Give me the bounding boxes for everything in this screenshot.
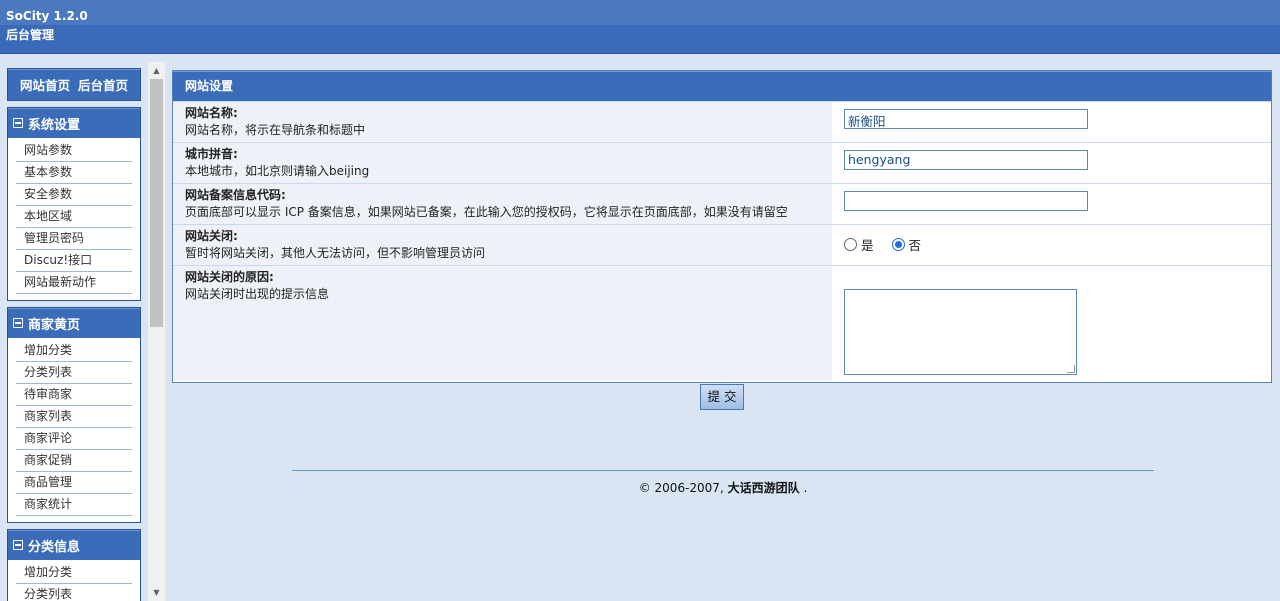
submit-button[interactable]: 提 交 [700,384,744,410]
sidebar-item-site-params[interactable]: 网站参数 [16,140,132,162]
field-value-cell [832,184,1271,224]
sidebar-group-classifieds: 分类信息 增加分类 分类列表 [7,529,141,601]
radio-no-label: 否 [908,238,922,253]
field-description: 网站名称，将示在导航条和标题中 [185,123,366,137]
sidebar-item-product-management[interactable]: 商品管理 [16,472,132,494]
form-row-city-pinyin: 城市拼音: 本地城市，如北京则请输入beijing hengyang [173,142,1271,183]
scroll-thumb[interactable] [150,79,163,327]
field-value-cell: 新衡阳 [832,102,1271,142]
field-label: 城市拼音: [185,147,238,161]
sidebar: 网站首页 后台首页 系统设置 网站参数 基本参数 安全参数 本地区域 管理员密码… [7,68,141,601]
sidebar-group-header[interactable]: 商家黄页 [8,308,140,338]
field-label-block: 城市拼音: 本地城市，如北京则请输入beijing [173,143,832,183]
radio-yes[interactable] [844,238,857,251]
sidebar-item-basic-params[interactable]: 基本参数 [16,162,132,184]
sidebar-item-pending-merchants[interactable]: 待审商家 [16,384,132,406]
field-label-block: 网站关闭的原因: 网站关闭时出现的提示信息 [173,266,832,381]
scroll-up-icon[interactable]: ▲ [148,62,165,79]
field-description: 本地城市，如北京则请输入beijing [185,164,370,178]
field-description: 暂时将网站关闭，其他人无法访问，但不影响管理员访问 [185,246,486,260]
field-label-block: 网站名称: 网站名称，将示在导航条和标题中 [173,102,832,142]
close-reason-textarea[interactable] [844,289,1077,375]
sidebar-group-header[interactable]: 分类信息 [8,530,140,560]
sidebar-item-discuz[interactable]: Discuz!接口 [16,250,132,272]
field-value-cell [832,266,1271,382]
form-row-icp: 网站备案信息代码: 页面底部可以显示 ICP 备案信息，如果网站已备案，在此输入… [173,183,1271,224]
panel-title: 网站设置 [173,71,1271,101]
resize-grip-icon[interactable] [1067,365,1075,373]
collapse-icon[interactable] [13,118,23,128]
admin-home-link[interactable]: 后台首页 [78,75,128,94]
sidebar-group-system: 系统设置 网站参数 基本参数 安全参数 本地区域 管理员密码 Discuz!接口… [7,107,141,301]
site-close-radio-group: 是 否 [844,235,921,254]
sidebar-item-add-category[interactable]: 增加分类 [16,562,132,584]
sidebar-item-latest-actions[interactable]: 网站最新动作 [16,272,132,294]
settings-panel: 网站设置 网站名称: 网站名称，将示在导航条和标题中 新衡阳 城市拼音: 本地城… [172,70,1272,383]
field-label: 网站关闭: [185,229,238,243]
header-band [0,25,1280,53]
city-pinyin-input[interactable]: hengyang [844,150,1088,170]
sidebar-item-merchant-stats[interactable]: 商家统计 [16,494,132,516]
site-home-link[interactable]: 网站首页 [20,75,70,94]
field-label: 网站备案信息代码: [185,188,286,202]
scroll-down-icon[interactable]: ▼ [148,584,165,601]
footer-end: . [803,481,808,495]
site-name-input[interactable]: 新衡阳 [844,109,1088,129]
top-header: SoCity 1.2.0 后台管理 [0,0,1280,54]
field-value-cell: hengyang [832,143,1271,183]
app-title: SoCity 1.2.0 [6,9,88,23]
footer: © 2006-2007, 大话西游团队 . [292,479,1154,496]
sidebar-scrollbar[interactable]: ▲ ▼ [148,62,165,601]
form-row-site-name: 网站名称: 网站名称，将示在导航条和标题中 新衡阳 [173,101,1271,142]
field-label-block: 网站备案信息代码: 页面底部可以显示 ICP 备案信息，如果网站已备案，在此输入… [173,184,832,224]
collapse-icon[interactable] [13,318,23,328]
sidebar-item-admin-password[interactable]: 管理员密码 [16,228,132,250]
collapse-icon[interactable] [13,540,23,550]
sidebar-item-merchant-promotions[interactable]: 商家促销 [16,450,132,472]
sidebar-item-security-params[interactable]: 安全参数 [16,184,132,206]
sidebar-home-links: 网站首页 后台首页 [7,68,141,101]
icp-input[interactable] [844,191,1088,211]
field-label: 网站关闭的原因: [185,270,274,284]
sidebar-list: 增加分类 分类列表 [8,560,140,601]
form-row-site-close: 网站关闭: 暂时将网站关闭，其他人无法访问，但不影响管理员访问 是 否 [173,224,1271,265]
sidebar-list: 网站参数 基本参数 安全参数 本地区域 管理员密码 Discuz!接口 网站最新… [8,138,140,300]
sidebar-list: 增加分类 分类列表 待审商家 商家列表 商家评论 商家促销 商品管理 商家统计 [8,338,140,522]
footer-divider [292,470,1154,471]
admin-title: 后台管理 [6,28,55,42]
sidebar-item-merchant-reviews[interactable]: 商家评论 [16,428,132,450]
footer-team: 大话西游团队 [727,481,800,495]
field-value-cell: 是 否 [832,225,1271,265]
sidebar-group-header[interactable]: 系统设置 [8,108,140,138]
footer-copyright: © 2006-2007, [638,481,724,495]
sidebar-group-title: 商家黄页 [28,317,81,333]
sidebar-item-add-category[interactable]: 增加分类 [16,340,132,362]
sidebar-item-category-list[interactable]: 分类列表 [16,584,132,601]
field-description: 网站关闭时出现的提示信息 [185,287,330,301]
sidebar-item-category-list[interactable]: 分类列表 [16,362,132,384]
sidebar-group-yellowpages: 商家黄页 增加分类 分类列表 待审商家 商家列表 商家评论 商家促销 商品管理 … [7,307,141,523]
form-row-close-reason: 网站关闭的原因: 网站关闭时出现的提示信息 [173,265,1271,382]
field-label: 网站名称: [185,106,238,120]
sidebar-group-title: 系统设置 [28,117,81,133]
sidebar-item-merchant-list[interactable]: 商家列表 [16,406,132,428]
field-label-block: 网站关闭: 暂时将网站关闭，其他人无法访问，但不影响管理员访问 [173,225,832,265]
field-description: 页面底部可以显示 ICP 备案信息，如果网站已备案，在此输入您的授权码，它将显示… [185,205,788,219]
sidebar-item-local-area[interactable]: 本地区域 [16,206,132,228]
radio-no[interactable] [891,238,905,251]
sidebar-group-title: 分类信息 [28,539,81,555]
radio-yes-label: 是 [861,238,874,253]
